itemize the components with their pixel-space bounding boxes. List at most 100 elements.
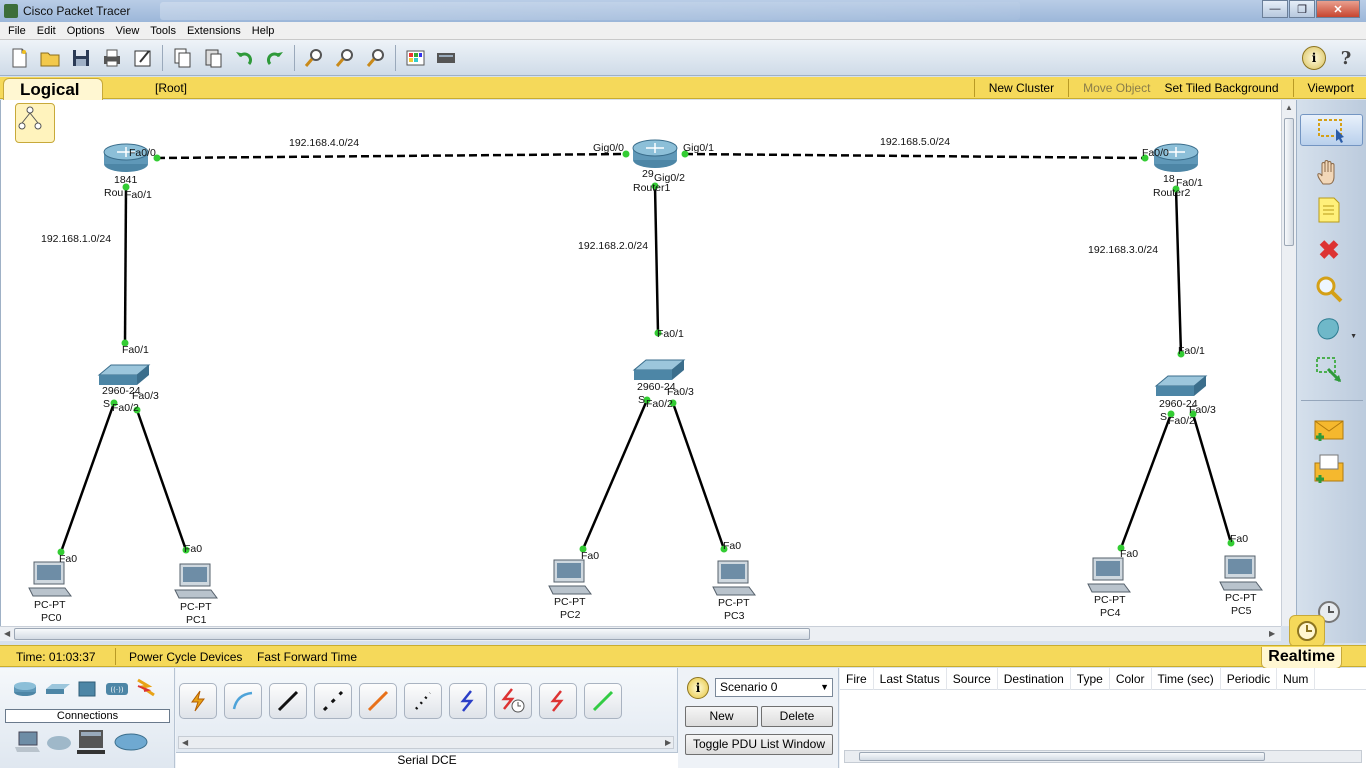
activity-wizard-icon[interactable] — [131, 46, 155, 70]
set-tiled-background-button[interactable]: Set Tiled Background — [1164, 81, 1278, 97]
wireless-devices-category-icon[interactable]: ((·)) — [104, 679, 130, 699]
realtime-mode-icon[interactable] — [1289, 615, 1325, 647]
workspace-vertical-scrollbar[interactable]: ▲ — [1281, 100, 1296, 626]
menu-file[interactable]: File — [8, 25, 26, 37]
power-cycle-devices-button[interactable]: Power Cycle Devices — [129, 650, 242, 664]
automatic-connection-icon[interactable] — [179, 683, 217, 719]
scenario-info-icon[interactable]: i — [687, 677, 709, 699]
scroll-left-arrow[interactable]: ◀ — [4, 629, 10, 638]
custom-device-icon[interactable] — [434, 46, 458, 70]
select-tool-icon[interactable] — [1300, 114, 1363, 146]
pdu-scroll-thumb[interactable] — [859, 752, 1265, 761]
scroll-right-arrow[interactable]: ▶ — [665, 738, 671, 747]
switch1-icon — [632, 359, 686, 380]
menu-help[interactable]: Help — [252, 25, 275, 37]
logical-tab[interactable]: Logical — [3, 78, 103, 100]
paste-icon[interactable] — [201, 46, 225, 70]
zoom-out-icon[interactable] — [364, 46, 388, 70]
menu-options[interactable]: Options — [67, 25, 105, 37]
network-label: 192.168.2.0/24 — [578, 240, 649, 252]
phone-cable-icon[interactable] — [404, 683, 442, 719]
column-header[interactable]: Destination — [998, 668, 1071, 690]
add-complex-pdu-icon[interactable] — [1311, 454, 1347, 486]
connections-category-icon[interactable] — [134, 677, 160, 697]
save-icon[interactable] — [69, 46, 93, 70]
serial-dce-icon[interactable] — [494, 683, 532, 719]
column-header[interactable]: Fire — [840, 668, 874, 690]
octal-cable-icon[interactable] — [584, 683, 622, 719]
palette-icon[interactable] — [403, 46, 427, 70]
logical-workspace-canvas[interactable]: 192.168.4.0/24 192.168.5.0/24 192.168.1.… — [0, 100, 1281, 626]
close-button[interactable]: ✕ — [1316, 0, 1360, 18]
info-icon[interactable]: i — [1302, 46, 1326, 70]
serial-dte-icon[interactable] — [539, 683, 577, 719]
workspace-horizontal-scrollbar[interactable]: ◀ ▶ — [0, 626, 1281, 641]
column-header[interactable]: Source — [947, 668, 998, 690]
hubs-category-icon[interactable] — [74, 679, 100, 699]
menu-tools[interactable]: Tools — [150, 25, 176, 37]
toggle-pdu-list-button[interactable]: Toggle PDU List Window — [685, 734, 833, 755]
copy-icon[interactable] — [170, 46, 194, 70]
scroll-up-arrow[interactable]: ▲ — [1285, 103, 1293, 112]
draw-shape-tool-icon[interactable]: ▼ — [1311, 314, 1357, 346]
column-header[interactable]: Type — [1071, 668, 1110, 690]
scroll-right-arrow[interactable]: ▶ — [1269, 629, 1275, 638]
new-cluster-button[interactable]: New Cluster — [989, 81, 1054, 97]
maximize-button[interactable]: ❐ — [1289, 0, 1315, 18]
print-icon[interactable] — [100, 46, 124, 70]
realtime-mode-tab[interactable]: Realtime — [1261, 647, 1342, 669]
logical-view-icon[interactable] — [15, 103, 55, 143]
root-breadcrumb[interactable]: [Root] — [155, 81, 187, 95]
column-header[interactable]: Time (sec) — [1152, 668, 1221, 690]
resize-shape-tool-icon[interactable] — [1311, 354, 1347, 386]
copper-cross-over-icon[interactable] — [314, 683, 352, 719]
link-router1-switch1 — [653, 185, 660, 334]
inspect-tool-icon[interactable] — [1311, 274, 1347, 306]
add-simple-pdu-icon[interactable] — [1311, 414, 1347, 446]
multiuser-connection-category-icon[interactable] — [112, 730, 150, 754]
menu-edit[interactable]: Edit — [37, 25, 56, 37]
console-cable-icon[interactable] — [224, 683, 262, 719]
menu-extensions[interactable]: Extensions — [187, 25, 241, 37]
horizontal-scroll-thumb[interactable] — [14, 628, 810, 640]
coaxial-cable-icon[interactable] — [449, 683, 487, 719]
copper-straight-through-icon[interactable] — [269, 683, 307, 719]
fast-forward-time-button[interactable]: Fast Forward Time — [257, 650, 357, 664]
minimize-button[interactable]: — — [1262, 0, 1288, 18]
column-header[interactable]: Color — [1110, 668, 1152, 690]
column-header[interactable]: Last Status — [874, 668, 947, 690]
svg-text:((·)): ((·)) — [110, 686, 123, 694]
link-router1-router2 — [684, 152, 1146, 160]
scroll-left-arrow[interactable]: ◀ — [182, 738, 188, 747]
scenario-select[interactable]: Scenario 0 ▼ — [715, 678, 833, 697]
note-tool-icon[interactable] — [1311, 194, 1347, 226]
new-scenario-button[interactable]: New — [685, 706, 758, 727]
switches-category-icon[interactable] — [44, 679, 70, 699]
pdu-list-scrollbar[interactable] — [844, 750, 1362, 763]
column-header[interactable]: Periodic — [1221, 668, 1278, 690]
pc4-icon — [1087, 557, 1131, 593]
routers-category-icon[interactable] — [12, 679, 38, 699]
delete-tool-icon[interactable]: ✖ — [1311, 234, 1347, 266]
zoom-reset-icon[interactable] — [333, 46, 357, 70]
delete-scenario-button[interactable]: Delete — [761, 706, 833, 727]
column-header[interactable]: Num — [1277, 668, 1316, 690]
viewport-button[interactable]: Viewport — [1308, 81, 1354, 97]
open-folder-icon[interactable] — [38, 46, 62, 70]
help-icon[interactable]: ? — [1334, 46, 1358, 70]
hand-move-tool-icon[interactable] — [1311, 156, 1347, 188]
menu-view[interactable]: View — [116, 25, 140, 37]
zoom-in-icon[interactable] — [302, 46, 326, 70]
main-toolbar: i ? — [0, 40, 1366, 76]
move-object-button[interactable]: Move Object — [1083, 81, 1150, 97]
custom-made-devices-category-icon[interactable] — [74, 726, 108, 756]
new-file-icon[interactable] — [7, 46, 31, 70]
connection-types-scrollbar[interactable]: ◀ ▶ — [178, 736, 674, 749]
device-name-label: Rou — [104, 187, 124, 199]
vertical-scroll-thumb[interactable] — [1284, 118, 1294, 246]
undo-icon[interactable] — [232, 46, 256, 70]
redo-icon[interactable] — [263, 46, 287, 70]
end-devices-category-icon[interactable] — [12, 730, 42, 754]
wan-emulation-category-icon[interactable] — [44, 730, 74, 754]
fiber-icon[interactable] — [359, 683, 397, 719]
